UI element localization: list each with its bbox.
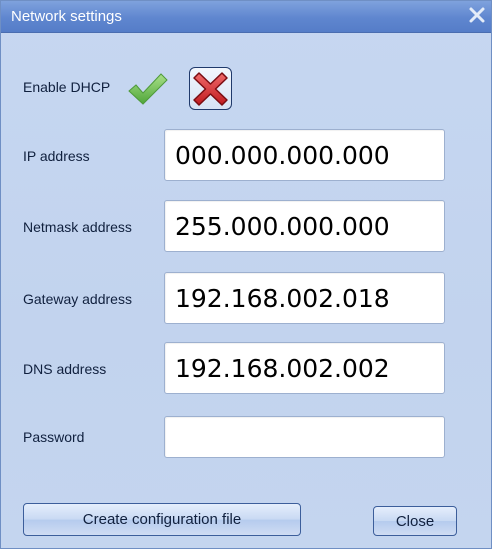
password-label: Password: [23, 429, 85, 445]
enable-dhcp-button[interactable]: [122, 64, 170, 112]
close-icon[interactable]: [467, 5, 487, 25]
network-settings-dialog: Network settings Enable DHCP IP address …: [0, 0, 492, 549]
netmask-address-field[interactable]: 255.000.000.000: [164, 200, 445, 252]
gateway-address-label: Gateway address: [23, 291, 132, 307]
window-title: Network settings: [11, 8, 122, 25]
netmask-address-label: Netmask address: [23, 219, 132, 235]
ip-address-field[interactable]: 000.000.000.000: [164, 129, 445, 181]
enable-dhcp-label: Enable DHCP: [23, 79, 111, 95]
password-field[interactable]: [164, 416, 445, 458]
title-bar: Network settings: [1, 1, 491, 33]
red-x-icon: [193, 72, 228, 106]
close-button[interactable]: Close: [373, 506, 457, 536]
create-configuration-file-button[interactable]: Create configuration file: [23, 503, 301, 536]
gateway-address-field[interactable]: 192.168.002.018: [164, 272, 445, 324]
disable-dhcp-button[interactable]: [189, 67, 232, 110]
dns-address-label: DNS address: [23, 361, 107, 377]
ip-address-label: IP address: [23, 148, 90, 164]
checkmark-icon: [128, 73, 168, 105]
dns-address-field[interactable]: 192.168.002.002: [164, 342, 445, 394]
